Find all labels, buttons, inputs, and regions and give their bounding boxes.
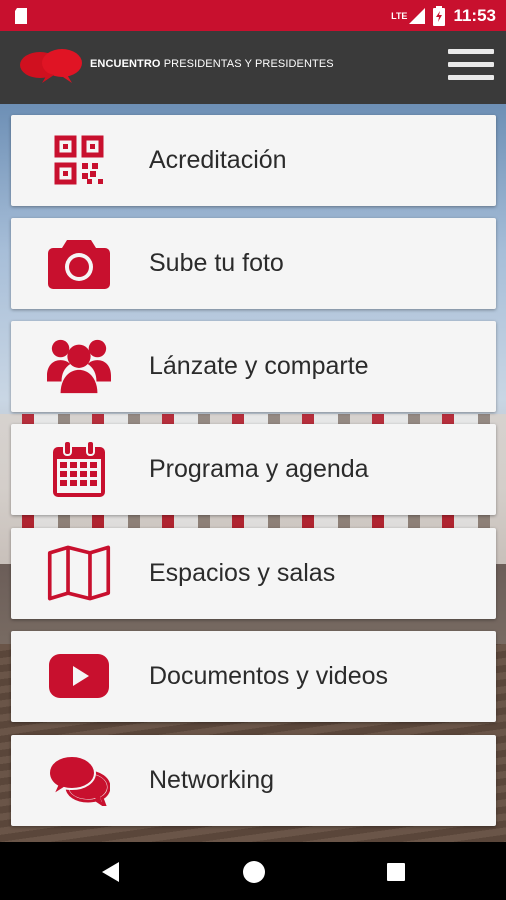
menu-item-espacios-y-salas[interactable]: Espacios y salas [11, 528, 496, 619]
menu-item-documentos-y-videos[interactable]: Documentos y videos [11, 631, 496, 722]
network-type: LTE [391, 10, 408, 21]
qr-code-icon [47, 130, 111, 190]
menu-item-label: Acreditación [149, 146, 287, 174]
menu-item-label: Sube tu foto [149, 249, 284, 277]
app-title: ENCUENTRO PRESIDENTAS Y PRESIDENTES [90, 58, 334, 70]
menu-item-programa-y-agenda[interactable]: Programa y agenda [11, 424, 496, 515]
home-circle-icon[interactable] [241, 859, 267, 885]
system-nav-bar [0, 842, 506, 900]
menu-item-label: Espacios y salas [149, 559, 336, 587]
menu-item-networking[interactable]: Networking [11, 735, 496, 826]
group-icon [47, 336, 111, 396]
menu-item-lanzate-y-comparte[interactable]: Lánzate y comparte [11, 321, 496, 412]
menu-item-label: Programa y agenda [149, 455, 369, 483]
menu-item-label: Lánzate y comparte [149, 352, 369, 380]
recents-square-icon[interactable] [383, 859, 409, 885]
app-title-light: PRESIDENTAS Y PRESIDENTES [163, 58, 334, 70]
signal-icon [409, 7, 426, 24]
clock-time: 11:53 [453, 5, 496, 25]
status-bar: LTE 11:53 [0, 0, 506, 31]
menu-item-label: Networking [149, 766, 275, 794]
map-icon [47, 543, 111, 603]
chat-bubbles-icon [47, 750, 111, 810]
sd-card-icon [15, 8, 27, 24]
camera-icon [47, 233, 111, 293]
hamburger-menu-icon[interactable] [448, 49, 494, 87]
menu-item-label: Documentos y videos [149, 662, 389, 690]
app-bar: ENCUENTRO PRESIDENTAS Y PRESIDENTES [0, 31, 506, 104]
menu-item-acreditacion[interactable]: Acreditación [11, 115, 496, 206]
menu-item-sube-tu-foto[interactable]: Sube tu foto [11, 218, 496, 309]
youtube-play-icon [47, 646, 111, 706]
app-title-bold: ENCUENTRO [90, 58, 161, 70]
back-triangle-icon[interactable] [99, 859, 125, 885]
speech-bubbles-logo-icon [20, 49, 82, 83]
battery-icon [433, 5, 446, 26]
status-indicators: LTE 11:53 [391, 0, 496, 31]
calendar-icon [47, 439, 111, 499]
